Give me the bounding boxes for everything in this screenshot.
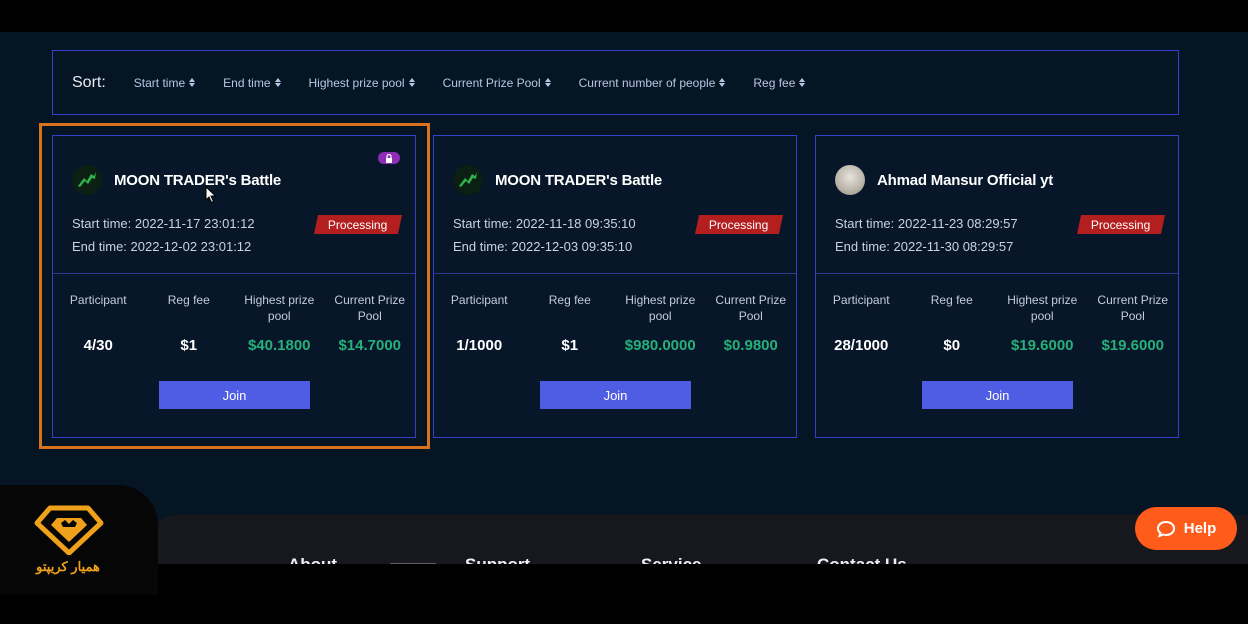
stat-value: $1: [561, 337, 579, 354]
card-header: MOON TRADER's Battle Start time: 2022-11…: [434, 136, 796, 274]
end-time-label: End time:: [835, 239, 890, 254]
start-time-value: 2022-11-23 08:29:57: [897, 216, 1018, 231]
sort-option-label: Current number of people: [578, 75, 716, 90]
stat-value: $0.9800: [723, 337, 778, 354]
stat-value: $19.6000: [1010, 337, 1074, 354]
stat-current-prize-pool: Current Prize Pool $0.9800: [706, 292, 797, 354]
stat-value: 1/1000: [456, 337, 503, 354]
footer-link-support[interactable]: Support: [465, 555, 530, 564]
stat-label: Reg fee: [548, 293, 591, 307]
sort-arrows-icon: [189, 78, 196, 87]
sort-arrows-icon: [544, 78, 551, 87]
sort-arrows-icon: [719, 78, 726, 87]
card-header: Ahmad Mansur Official yt Start time: 202…: [816, 136, 1178, 274]
stat-reg-fee: Reg fee $1: [525, 292, 616, 354]
sort-current-prize-pool[interactable]: Current Prize Pool: [443, 76, 551, 90]
card-title: Ahmad Mansur Official yt: [877, 172, 1054, 189]
sort-arrows-icon: [274, 78, 281, 87]
status-badge: Processing: [1076, 215, 1166, 234]
start-time-value: 2022-11-18 09:35:10: [515, 216, 636, 231]
stat-current-prize-pool: Current Prize Pool $19.6000: [1088, 292, 1179, 354]
stat-value: $0: [943, 337, 961, 354]
stat-value: $19.6000: [1101, 337, 1165, 354]
battle-card[interactable]: Ahmad Mansur Official yt Start time: 202…: [815, 135, 1179, 438]
start-time-row: Start time: 2022-11-23 08:29:57: [835, 216, 1018, 231]
sort-end-time[interactable]: End time: [223, 75, 281, 90]
sort-arrows-icon: [799, 78, 806, 87]
sort-bar: Sort: Start time End time Highest prize …: [52, 50, 1179, 115]
footer: About Support Service Contact Us: [152, 515, 1248, 564]
stat-label: Participant: [832, 293, 890, 307]
end-time-value: 2022-12-03 09:35:10: [511, 239, 633, 254]
stat-label: Current Prize Pool: [1097, 293, 1169, 323]
end-time-row: End time: 2022-12-03 09:35:10: [453, 239, 632, 254]
end-time-value: 2022-11-30 08:29:57: [893, 239, 1014, 254]
watermark-text: همیار کریپتو: [36, 559, 100, 574]
stat-label: Current Prize Pool: [715, 293, 787, 323]
end-time-row: End time: 2022-11-30 08:29:57: [835, 239, 1013, 254]
avatar: [835, 165, 865, 195]
stat-label: Highest prize pool: [1007, 293, 1078, 323]
avatar: [453, 165, 483, 195]
card-title: MOON TRADER's Battle: [495, 172, 663, 189]
highlight-frame: [39, 123, 430, 449]
bottom-black-bar: [0, 564, 1248, 624]
sort-option-label: Highest prize pool: [308, 75, 405, 90]
sort-option-label: End time: [223, 75, 271, 90]
top-black-bar: [0, 0, 1248, 32]
stat-value: $980.0000: [624, 337, 696, 354]
sort-option-label: Current Prize Pool: [442, 75, 541, 90]
sort-highest-prize-pool[interactable]: Highest prize pool: [309, 76, 415, 90]
footer-link-contact-us[interactable]: Contact Us: [817, 555, 907, 564]
sort-arrows-icon: [408, 78, 415, 87]
card-stats: Participant 1/1000 Reg fee $1 Highest pr…: [434, 274, 796, 354]
chat-bubble-icon: [1156, 520, 1175, 538]
stat-reg-fee: Reg fee $0: [907, 292, 998, 354]
footer-link-service[interactable]: Service: [641, 555, 702, 564]
stat-participant: Participant 28/1000: [816, 292, 907, 354]
footer-link-about[interactable]: About: [288, 555, 337, 564]
mouse-cursor-icon: [205, 186, 217, 204]
stat-label: Highest prize pool: [625, 293, 696, 323]
stat-label: Participant: [450, 293, 508, 307]
start-time-label: Start time:: [835, 216, 895, 231]
diamond-logo-icon: [34, 505, 104, 555]
stat-highest-prize-pool: Highest prize pool $980.0000: [615, 292, 706, 354]
sort-reg-fee[interactable]: Reg fee: [753, 75, 806, 90]
stat-label: Reg fee: [930, 293, 973, 307]
help-button[interactable]: Help: [1135, 507, 1237, 550]
battle-card[interactable]: MOON TRADER's Battle Start time: 2022-11…: [433, 135, 797, 438]
stat-value: 28/1000: [834, 337, 889, 354]
end-time-label: End time:: [453, 239, 508, 254]
status-badge-text: Processing: [1091, 217, 1151, 232]
help-label: Help: [1183, 520, 1217, 537]
status-badge-text: Processing: [709, 217, 769, 232]
status-badge: Processing: [694, 215, 784, 234]
stat-participant: Participant 1/1000: [434, 292, 525, 354]
join-button[interactable]: Join: [922, 381, 1073, 409]
sort-option-label: Start time: [133, 75, 186, 90]
sort-current-number-of-people[interactable]: Current number of people: [579, 76, 726, 90]
sort-label: Sort:: [72, 73, 106, 91]
sort-start-time[interactable]: Start time: [133, 75, 196, 90]
card-stats: Participant 28/1000 Reg fee $0 Highest p…: [816, 274, 1178, 354]
start-time-row: Start time: 2022-11-18 09:35:10: [453, 216, 636, 231]
watermark-logo: همیار کریپتو: [0, 485, 158, 595]
join-button[interactable]: Join: [540, 381, 691, 409]
bull-logo-icon: [459, 172, 477, 187]
start-time-label: Start time:: [453, 216, 513, 231]
stat-highest-prize-pool: Highest prize pool $19.6000: [997, 292, 1088, 354]
sort-option-label: Reg fee: [753, 75, 796, 90]
